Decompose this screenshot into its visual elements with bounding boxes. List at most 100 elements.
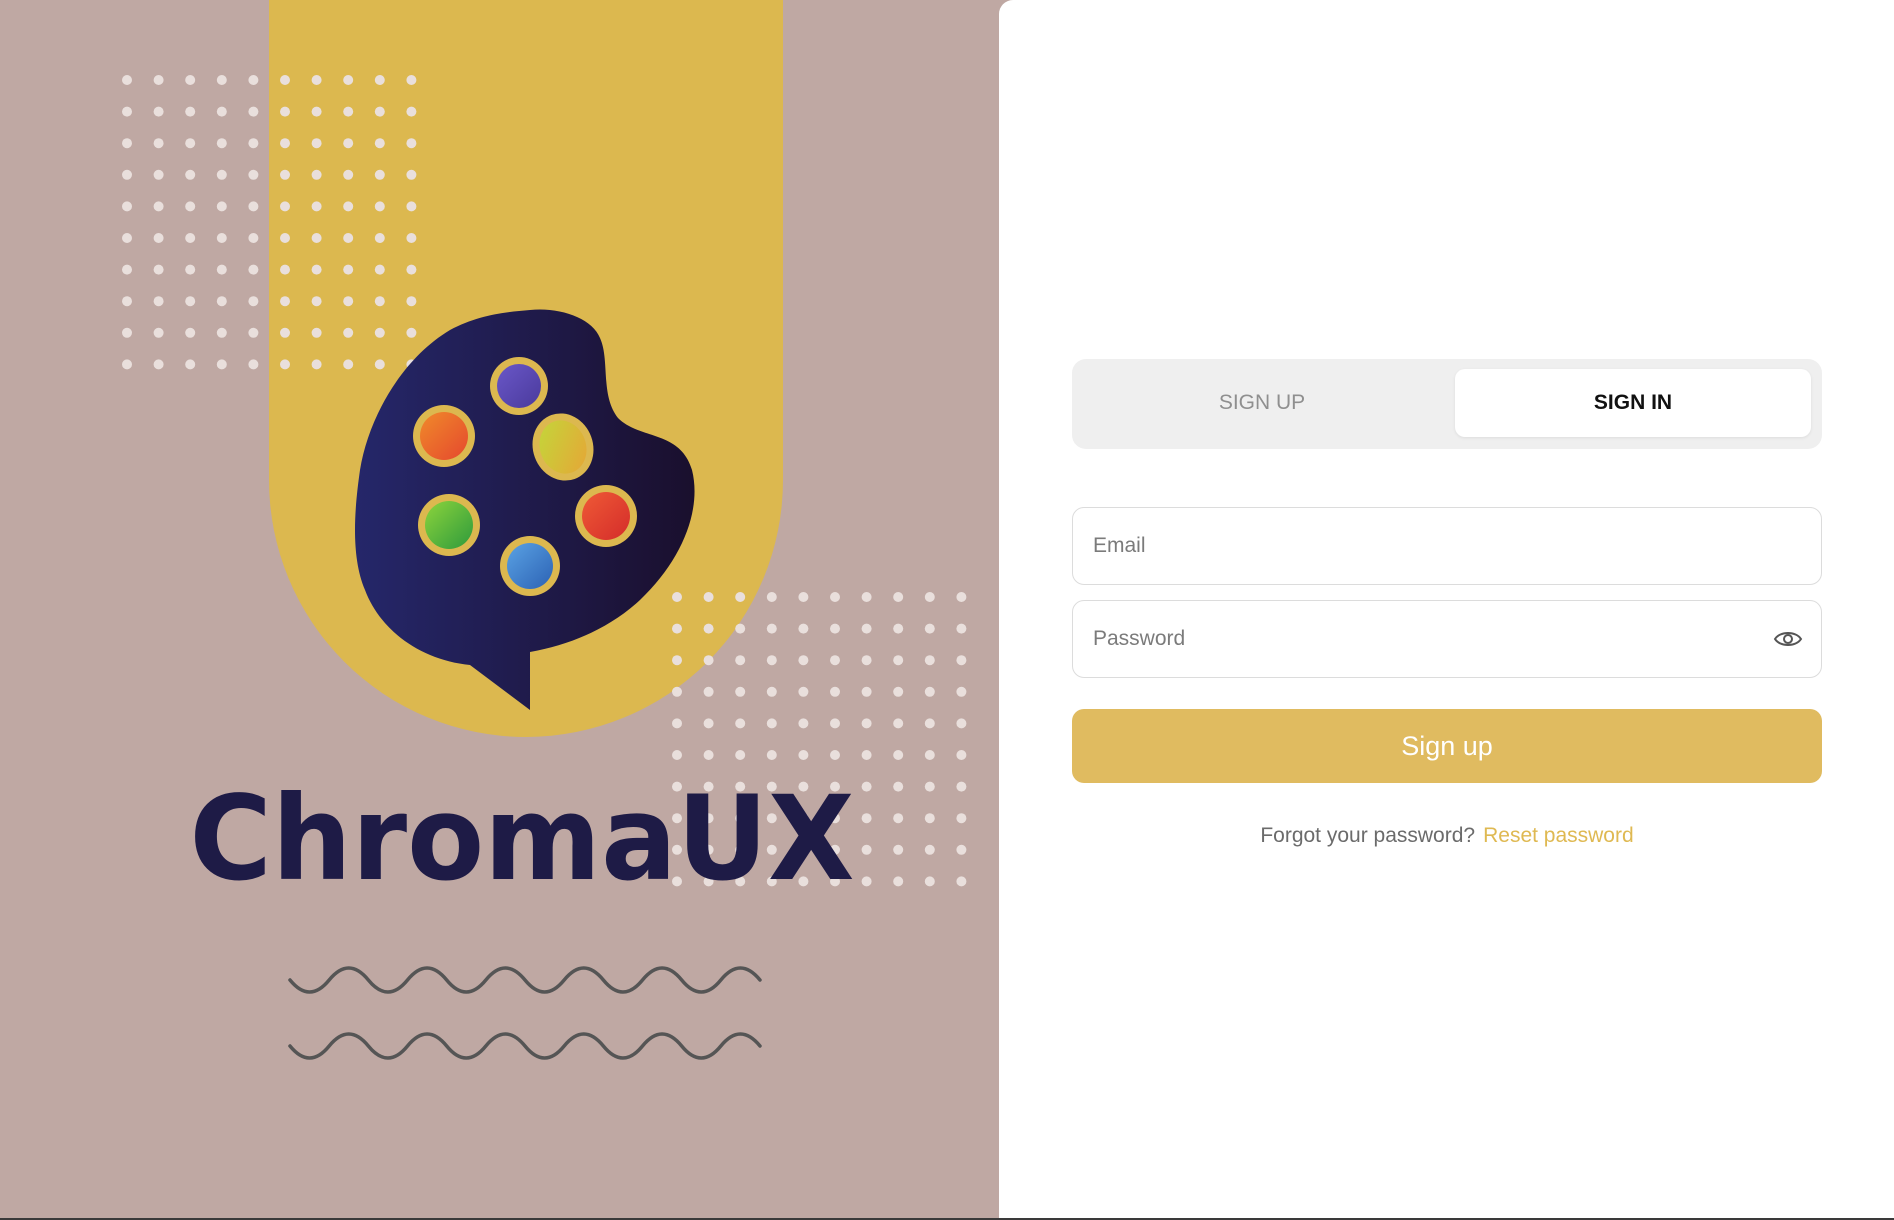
- password-input[interactable]: [1073, 601, 1821, 677]
- brand-panel: ChromaUX: [0, 0, 999, 1220]
- decorative-dot: [343, 264, 354, 275]
- decorative-dot: [924, 592, 935, 602]
- decorative-dot: [798, 750, 809, 760]
- decorative-dot: [311, 106, 322, 117]
- decorative-dot: [185, 233, 196, 243]
- decorative-dot: [122, 75, 132, 85]
- decorative-dot: [861, 655, 872, 666]
- decorative-dot: [406, 201, 417, 212]
- decorative-dot: [343, 327, 354, 338]
- decorative-dot: [343, 169, 354, 180]
- eye-icon[interactable]: [1773, 626, 1803, 652]
- decorative-dot: [406, 296, 417, 307]
- decorative-dot: [861, 844, 872, 855]
- decorative-dot: [248, 75, 259, 85]
- decorative-dot: [406, 327, 417, 338]
- decorative-dot: [185, 264, 196, 275]
- decorative-dot: [924, 718, 935, 729]
- decorative-dot: [830, 655, 840, 666]
- decorative-dot: [216, 296, 227, 307]
- decorative-dot: [122, 359, 132, 370]
- decorative-dot: [798, 686, 809, 697]
- decorative-dot: [185, 296, 196, 307]
- decorative-dot: [798, 655, 809, 666]
- decorative-dot: [280, 169, 290, 180]
- decorative-dot: [893, 718, 904, 729]
- decorative-dot: [185, 201, 196, 212]
- decorative-dot: [216, 359, 227, 370]
- decorative-dot: [153, 296, 164, 307]
- decorative-dot: [343, 359, 354, 370]
- decorative-dot: [861, 592, 872, 602]
- decorative-dot: [374, 169, 385, 180]
- brand-wordmark: ChromaUX: [190, 770, 855, 907]
- decorative-dot: [924, 623, 935, 634]
- decorative-dot: [122, 201, 132, 212]
- decorative-dot: [735, 750, 746, 760]
- decorative-dot: [374, 296, 385, 307]
- decorative-dot: [280, 327, 290, 338]
- tab-sign-up[interactable]: SIGN UP: [1084, 369, 1440, 437]
- decorative-dot: [311, 296, 322, 307]
- decorative-dot: [153, 138, 164, 149]
- forgot-password-row: Forgot your password? Reset password: [1072, 824, 1822, 848]
- decorative-dot: [374, 233, 385, 243]
- decorative-dot: [735, 718, 746, 729]
- decorative-dot: [153, 233, 164, 243]
- decorative-dot: [216, 106, 227, 117]
- decorative-dot: [956, 592, 967, 602]
- sign-up-button[interactable]: Sign up: [1072, 709, 1822, 783]
- decorative-dot: [248, 169, 259, 180]
- decorative-dot: [153, 169, 164, 180]
- decorative-dot: [374, 75, 385, 85]
- decorative-dot: [216, 201, 227, 212]
- decorative-dot: [122, 264, 132, 275]
- decorative-dot: [893, 781, 904, 792]
- decorative-dot: [248, 138, 259, 149]
- decorative-dot: [893, 623, 904, 634]
- decorative-dot: [861, 813, 872, 824]
- email-input[interactable]: [1073, 508, 1821, 584]
- decorative-dot: [311, 264, 322, 275]
- decorative-dot: [311, 75, 322, 85]
- decorative-dot: [956, 686, 967, 697]
- decorative-dot: [216, 327, 227, 338]
- decorative-dot: [830, 750, 840, 760]
- decorative-dot: [343, 75, 354, 85]
- decorative-dot: [924, 781, 935, 792]
- decorative-dot: [311, 169, 322, 180]
- reset-password-link[interactable]: Reset password: [1483, 824, 1634, 847]
- decorative-dot: [406, 264, 417, 275]
- decorative-dot: [766, 750, 777, 760]
- decorative-dot: [248, 264, 259, 275]
- decorative-dot: [861, 718, 872, 729]
- decorative-dot: [280, 359, 290, 370]
- decorative-dot: [122, 138, 132, 149]
- decorative-dot: [374, 327, 385, 338]
- decorative-dot: [735, 623, 746, 634]
- decorative-dot: [343, 138, 354, 149]
- decorative-dot: [311, 233, 322, 243]
- decorative-dot: [672, 686, 682, 697]
- decorative-dot: [924, 813, 935, 824]
- decorative-dot: [861, 623, 872, 634]
- decorative-dot: [798, 623, 809, 634]
- decorative-dot: [893, 844, 904, 855]
- decorative-dot: [406, 75, 417, 85]
- decorative-dot: [374, 201, 385, 212]
- decorative-dot: [893, 686, 904, 697]
- decorative-dot: [766, 623, 777, 634]
- decorative-dot: [703, 750, 714, 760]
- decorative-dot: [672, 592, 682, 602]
- decorative-dot: [248, 359, 259, 370]
- decorative-dot: [956, 718, 967, 729]
- tab-sign-in[interactable]: SIGN IN: [1455, 369, 1811, 437]
- decorative-dot: [924, 686, 935, 697]
- decorative-dot: [672, 718, 682, 729]
- decorative-dot: [153, 327, 164, 338]
- decorative-dot: [672, 655, 682, 666]
- decorative-dot: [374, 138, 385, 149]
- decorative-dot: [861, 876, 872, 887]
- email-field-container: [1072, 507, 1822, 585]
- decorative-dot: [343, 296, 354, 307]
